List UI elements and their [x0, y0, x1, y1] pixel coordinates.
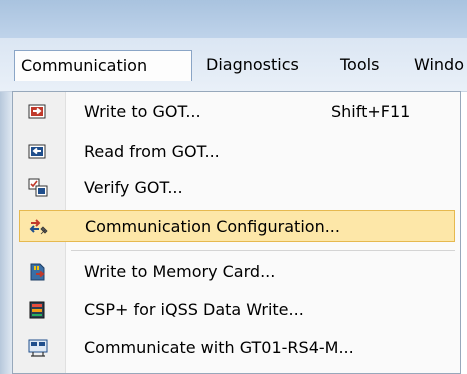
menu-window-label: Windo	[414, 55, 464, 74]
menu-item-label: CSP+ for iQSS Data Write...	[84, 300, 304, 319]
menu-communication-label: Communication	[21, 56, 148, 75]
menu-item-csp-iqss-data-write[interactable]: CSP+ for iQSS Data Write...	[19, 294, 455, 326]
communication-dropdown-menu: Write to GOT... Shift+F11 Read from GOT.…	[12, 91, 461, 374]
menu-item-write-to-memory-card[interactable]: Write to Memory Card...	[19, 256, 455, 288]
title-bar-strip	[0, 0, 467, 38]
menu-bar: Communication Diagnostics Tools Windo	[0, 38, 467, 92]
communication-configuration-icon	[29, 217, 49, 237]
read-from-got-icon	[28, 142, 48, 162]
menu-tools-label: Tools	[340, 55, 380, 74]
background-edge	[0, 92, 12, 374]
gt01-rs4-m-icon	[28, 338, 48, 358]
app-window: Communication Diagnostics Tools Windo Wr…	[0, 0, 467, 374]
menu-communication[interactable]: Communication	[14, 50, 192, 81]
menu-item-label: Write to Memory Card...	[84, 262, 276, 281]
menu-item-communicate-gt01-rs4-m[interactable]: Communicate with GT01-RS4-M...	[19, 332, 455, 364]
menu-item-write-to-got[interactable]: Write to GOT... Shift+F11	[19, 96, 455, 128]
csp-data-write-icon	[28, 300, 48, 320]
menu-item-label: Write to GOT...	[84, 102, 201, 121]
menu-tools[interactable]: Tools	[334, 50, 385, 80]
menu-item-read-from-got[interactable]: Read from GOT...	[19, 136, 455, 168]
menu-item-verify-got[interactable]: Verify GOT...	[19, 172, 455, 204]
menu-item-shortcut: Shift+F11	[331, 102, 411, 121]
menu-item-communication-configuration[interactable]: Communication Configuration...	[19, 210, 455, 242]
menu-item-label: Verify GOT...	[84, 178, 183, 197]
menu-separator	[71, 250, 455, 251]
menu-item-label: Read from GOT...	[84, 142, 220, 161]
verify-got-icon	[28, 178, 48, 198]
memory-card-icon	[28, 262, 48, 282]
menu-window[interactable]: Windo	[408, 50, 467, 80]
menu-item-label: Communicate with GT01-RS4-M...	[84, 338, 354, 357]
menu-diagnostics-label: Diagnostics	[206, 55, 299, 74]
menu-item-label: Communication Configuration...	[85, 217, 340, 236]
write-to-got-icon	[28, 102, 48, 122]
menu-diagnostics[interactable]: Diagnostics	[200, 50, 305, 80]
